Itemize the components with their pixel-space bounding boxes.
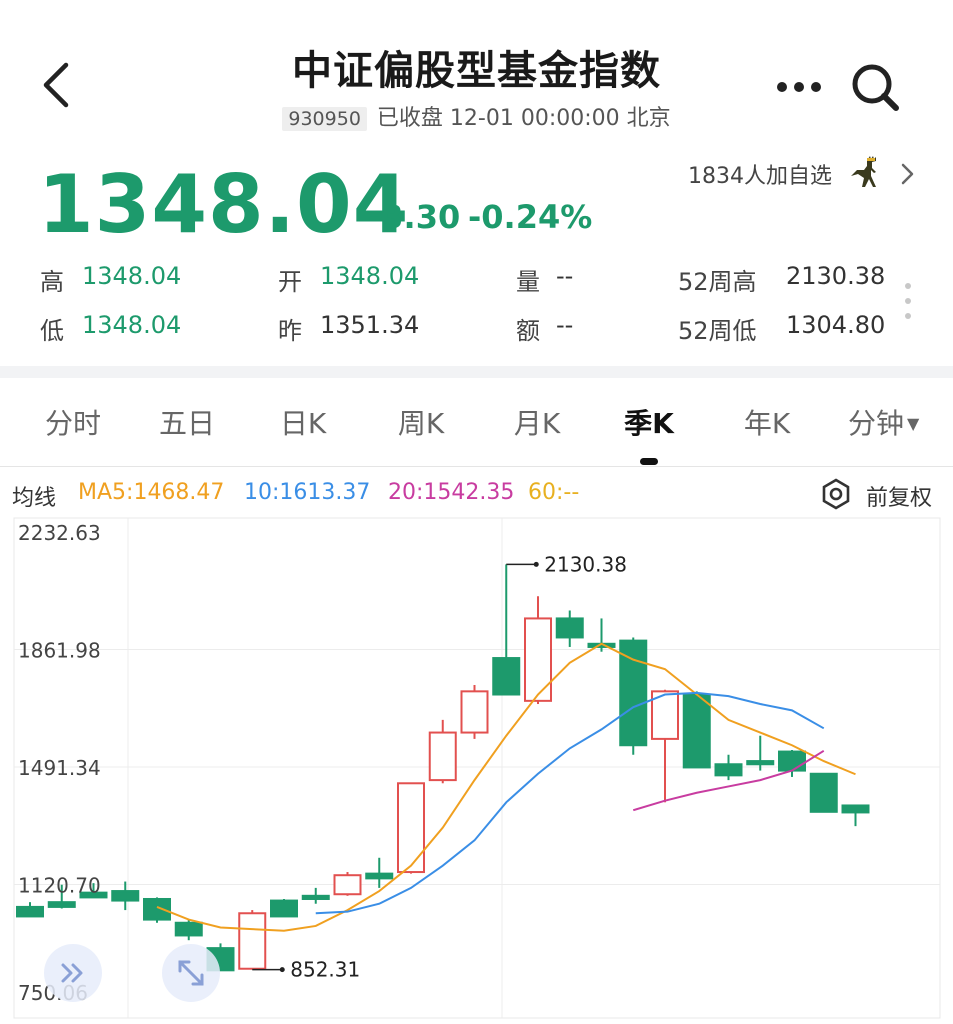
candle-down: [841, 804, 870, 814]
tab-yearly-k[interactable]: 年K: [734, 402, 800, 442]
week52-low-label: 52周低: [678, 317, 757, 345]
volume-value: --: [556, 262, 574, 290]
week52-low-value: 1304.80: [786, 311, 886, 339]
amount-value: --: [556, 311, 574, 339]
candle-down: [301, 894, 330, 900]
candle-down: [778, 750, 806, 772]
tab-intraday[interactable]: 分时: [40, 402, 106, 442]
volume-label: 量: [516, 268, 540, 296]
annotation-dot: [533, 561, 539, 567]
active-tab-indicator: [640, 458, 658, 465]
candle-down: [143, 897, 171, 921]
open-label: 开: [278, 268, 302, 296]
candle-down: [555, 617, 584, 639]
tab-five-day[interactable]: 五日: [154, 402, 220, 442]
low-label: 低: [40, 317, 64, 345]
candle-down: [619, 639, 648, 747]
week52-high-label: 52周高: [678, 268, 757, 296]
candle-up: [460, 690, 489, 734]
prev-close-value: 1351.34: [320, 311, 420, 339]
expand-icon: [178, 960, 204, 986]
candle-down: [47, 901, 76, 908]
y-tick-label: 2232.63: [18, 521, 101, 545]
candle-down: [270, 899, 298, 918]
price-change-percent: -0.24%: [468, 198, 593, 236]
candle-down: [111, 890, 140, 902]
vertical-dots-icon[interactable]: [903, 282, 913, 322]
high-label: 高: [40, 268, 64, 296]
candle-down: [809, 772, 838, 813]
caret-down-icon: ▼: [907, 414, 920, 433]
candle-up: [397, 782, 425, 874]
annotation-label: 2130.38: [544, 552, 627, 576]
ma10-legend: 10:1613.37: [244, 480, 371, 505]
index-code-badge: 930950: [282, 107, 367, 131]
adjust-mode-label[interactable]: 前复权: [866, 480, 932, 512]
week52-high-value: 2130.38: [786, 262, 886, 290]
fast-forward-button[interactable]: [44, 944, 102, 1002]
tab-minute-label: 分钟: [848, 407, 905, 440]
candle-down: [16, 905, 44, 918]
candle-down: [746, 760, 775, 766]
y-tick-label: 1491.34: [18, 756, 101, 780]
section-divider: [0, 366, 953, 378]
high-value: 1348.04: [82, 262, 182, 290]
fast-forward-icon: [61, 963, 83, 983]
candle-down: [492, 657, 521, 696]
tab-quarterly-k[interactable]: 季K: [616, 402, 682, 442]
candle-down: [174, 921, 203, 937]
tab-monthly-k[interactable]: 月K: [504, 402, 570, 442]
annotation-label: 852.31: [290, 958, 360, 982]
annotation-dot: [279, 967, 285, 973]
candle-up: [333, 874, 362, 896]
tab-minute[interactable]: 分钟 ▼: [848, 402, 938, 442]
dino-icon: [851, 156, 876, 187]
ma-legend-title: 均线: [12, 486, 57, 511]
price-change: -3.30: [368, 198, 461, 236]
more-icon[interactable]: [775, 80, 823, 94]
tab-daily-k[interactable]: 日K: [270, 402, 336, 442]
watchlist-count[interactable]: 1834人加自选: [688, 158, 832, 190]
ma5-legend: MA5:1468.47: [78, 480, 225, 505]
open-value: 1348.04: [320, 262, 420, 290]
candle-up: [524, 617, 552, 702]
candle-down: [714, 763, 743, 777]
market-status: 已收盘 12-01 00:00:00 北京: [376, 106, 671, 131]
ma60-legend: 60:--: [528, 480, 580, 505]
candle-up: [428, 731, 457, 782]
adjust-icon[interactable]: [820, 478, 852, 510]
candle-down: [365, 872, 394, 880]
y-tick-label: 1861.98: [18, 639, 101, 663]
low-value: 1348.04: [82, 311, 182, 339]
y-tick-label: 1120.70: [18, 874, 101, 898]
candle-down: [682, 693, 711, 769]
market-status-line: 930950 已收盘 12-01 00:00:00 北京: [0, 100, 953, 132]
candle-up: [238, 912, 267, 970]
tab-weekly-k[interactable]: 周K: [386, 402, 456, 442]
tab-divider: [0, 466, 953, 467]
expand-chart-button[interactable]: [162, 944, 220, 1002]
amount-label: 额: [516, 317, 540, 345]
ma20-legend: 20:1542.35: [388, 480, 515, 505]
chevron-right-icon[interactable]: [898, 162, 916, 186]
current-price: 1348.04: [38, 158, 410, 251]
prev-close-label: 昨: [278, 317, 302, 345]
kline-chart[interactable]: 2232.631861.981491.341120.70750.062130.3…: [0, 510, 953, 1024]
